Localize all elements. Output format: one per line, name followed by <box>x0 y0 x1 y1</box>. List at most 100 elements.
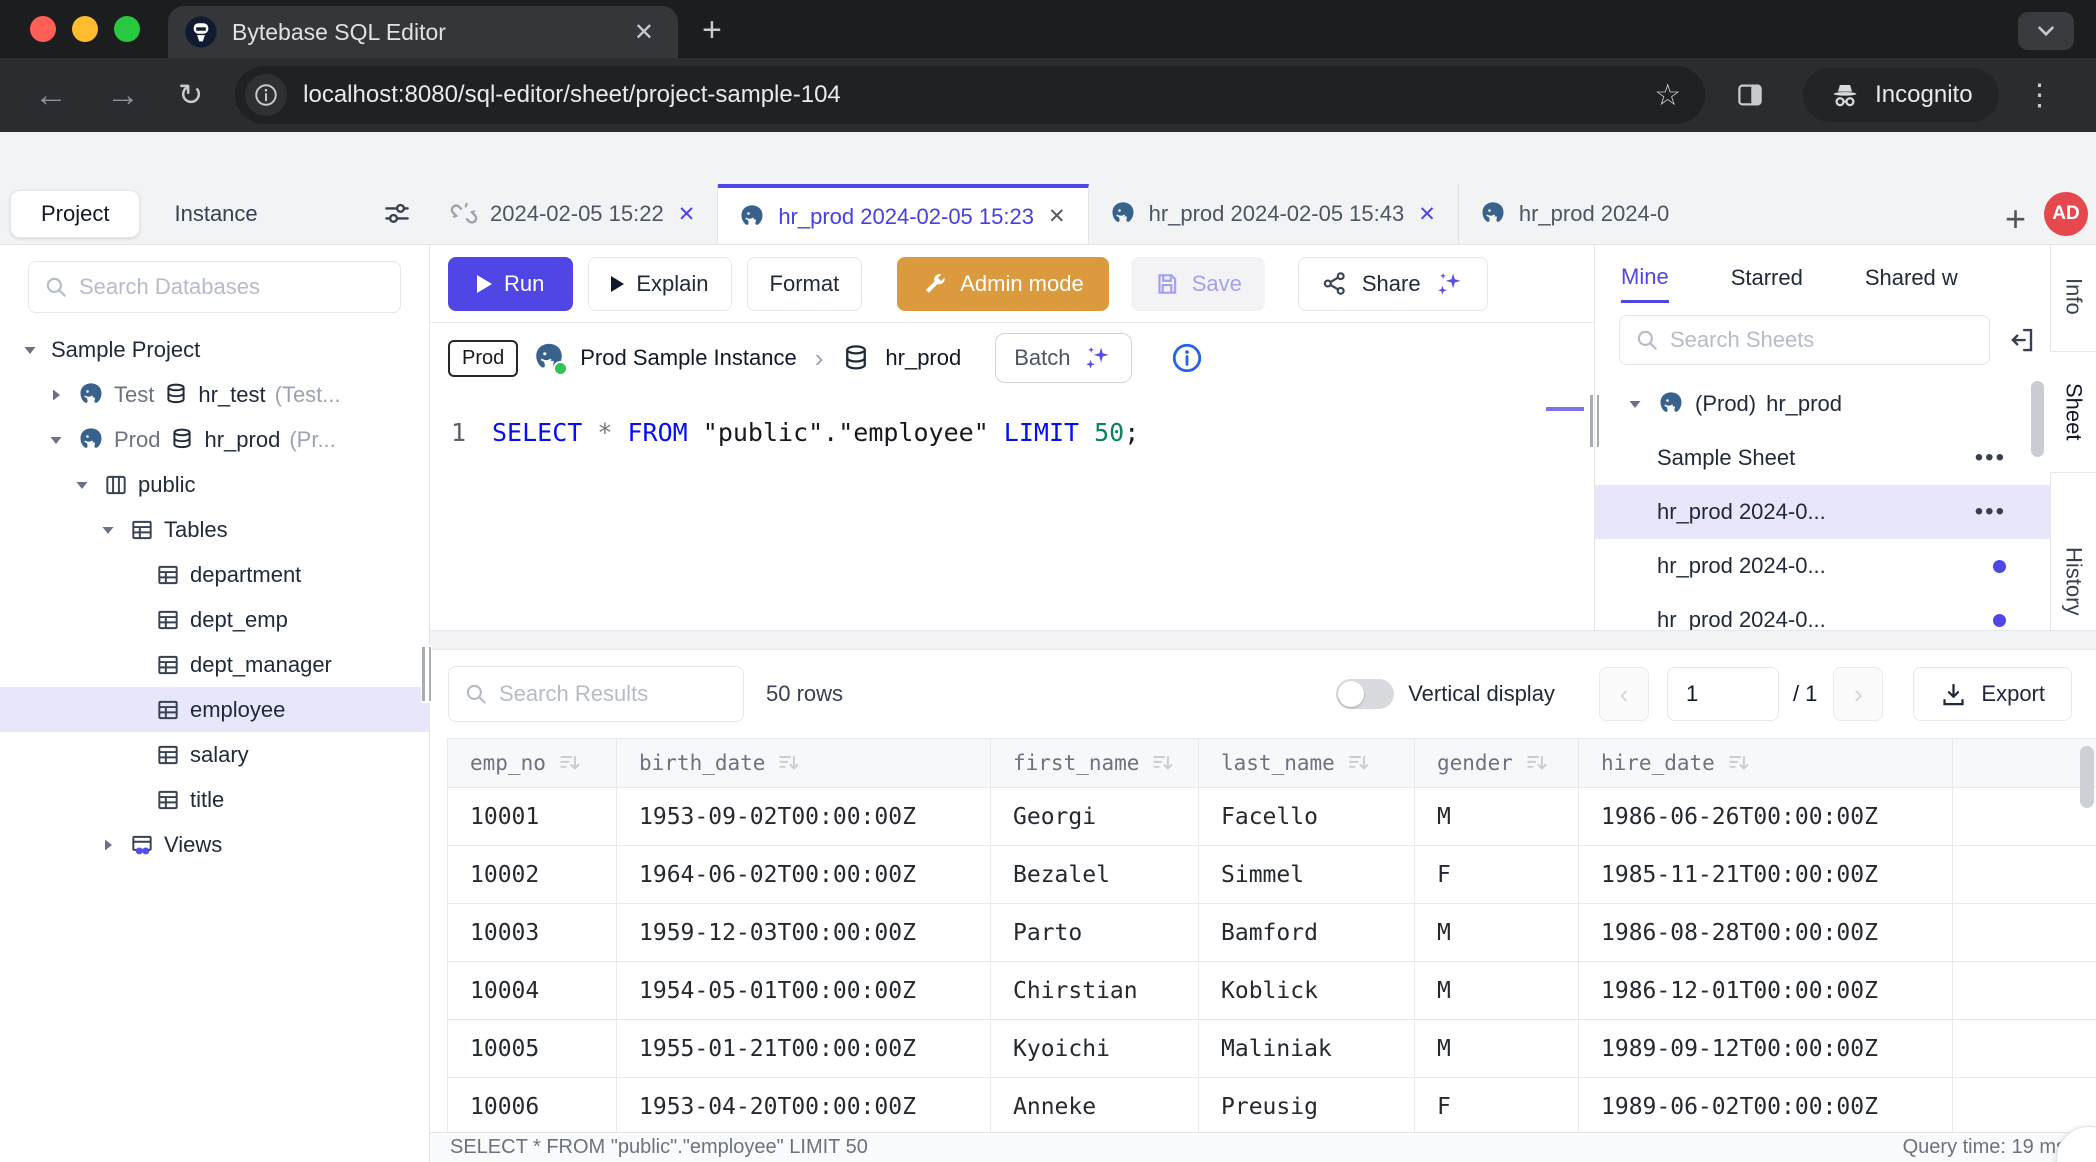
table-cell[interactable]: Maliniak <box>1199 1020 1415 1078</box>
new-sheet-button[interactable]: + <box>1987 198 2042 244</box>
sheet-list-scrollbar[interactable] <box>2031 381 2044 457</box>
new-tab-button[interactable]: + <box>678 11 746 58</box>
tab-project[interactable]: Project <box>10 190 140 238</box>
table-cell[interactable]: 10006 <box>447 1078 617 1132</box>
batch-button[interactable]: Batch <box>995 333 1131 383</box>
table-cell[interactable]: 1989-09-12T00:00:00Z <box>1579 1020 1953 1078</box>
table-cell[interactable]: 1986-12-01T00:00:00Z <box>1579 962 1953 1020</box>
run-button[interactable]: Run <box>448 257 573 311</box>
table-cell[interactable]: 1985-11-21T00:00:00Z <box>1579 846 1953 904</box>
results-search[interactable] <box>448 666 744 722</box>
share-button[interactable]: Share <box>1298 257 1488 311</box>
sidebar-resize-handle[interactable] <box>421 645 432 703</box>
table-cell[interactable]: Anneke <box>991 1078 1199 1132</box>
tab-search-button[interactable] <box>2018 12 2074 50</box>
sheet-tab[interactable]: hr_prod 2024-0 <box>1459 184 1669 244</box>
table-cell[interactable]: 1959-12-03T00:00:00Z <box>617 904 991 962</box>
browser-menu-icon[interactable]: ⋮ <box>2005 78 2069 113</box>
sheet-group-header[interactable]: (Prod)hr_prod <box>1595 377 2050 431</box>
column-header-emp_no[interactable]: emp_no <box>447 738 617 788</box>
close-sheet-icon[interactable]: ✕ <box>1046 204 1068 229</box>
sheet-list-item[interactable]: hr_prod 2024-0...••• <box>1595 485 2050 539</box>
rail-tab-history[interactable]: History <box>2050 535 2096 627</box>
table-cell[interactable]: Facello <box>1199 788 1415 846</box>
tree-item-department[interactable]: department <box>0 552 429 597</box>
maximize-window-button[interactable] <box>114 16 140 42</box>
table-cell[interactable]: 10004 <box>447 962 617 1020</box>
tree-item-salary[interactable]: salary <box>0 732 429 777</box>
database-search[interactable] <box>28 261 401 313</box>
rail-tab-info[interactable]: Info <box>2050 265 2096 327</box>
vertical-display-toggle[interactable] <box>1336 679 1394 709</box>
table-cell[interactable]: F <box>1415 1078 1579 1132</box>
sheet-list-item[interactable]: hr_prod 2024-0... <box>1595 593 2050 630</box>
close-sheet-icon[interactable]: ✕ <box>1416 202 1438 227</box>
sheets-tab-starred[interactable]: Starred <box>1731 265 1803 301</box>
table-cell[interactable]: 10005 <box>447 1020 617 1078</box>
admin-mode-button[interactable]: Admin mode <box>897 257 1109 311</box>
table-cell[interactable]: Chirstian <box>991 962 1199 1020</box>
sheet-tab[interactable]: 2024-02-05 15:22✕ <box>430 184 718 244</box>
table-cell[interactable]: Koblick <box>1199 962 1415 1020</box>
results-splitter[interactable] <box>430 630 2096 650</box>
instance-name[interactable]: Prod Sample Instance <box>580 345 796 371</box>
sheet-tab[interactable]: hr_prod 2024-02-05 15:23✕ <box>718 184 1088 244</box>
tree-item-Tables[interactable]: Tables <box>0 507 429 552</box>
tree-item-dept_emp[interactable]: dept_emp <box>0 597 429 642</box>
format-button[interactable]: Format <box>747 257 863 311</box>
table-cell[interactable]: Kyoichi <box>991 1020 1199 1078</box>
sql-editor[interactable]: 1 SELECT * FROM "public"."employee" LIMI… <box>430 393 1594 630</box>
sheet-tab[interactable]: hr_prod 2024-02-05 15:43✕ <box>1089 184 1459 244</box>
user-avatar[interactable]: AD <box>2044 192 2088 236</box>
table-cell[interactable]: M <box>1415 788 1579 846</box>
address-bar[interactable]: localhost:8080/sql-editor/sheet/project-… <box>235 66 1705 124</box>
tree-item-hr_test[interactable]: Testhr_test(Test... <box>0 372 429 417</box>
results-search-input[interactable] <box>499 681 729 707</box>
page-number-input[interactable] <box>1667 667 1779 721</box>
table-cell[interactable]: 1955-01-21T00:00:00Z <box>617 1020 991 1078</box>
table-cell[interactable]: M <box>1415 962 1579 1020</box>
close-sheet-icon[interactable]: ✕ <box>676 202 698 227</box>
column-header-last_name[interactable]: last_name <box>1199 738 1415 788</box>
sheet-list-item[interactable]: hr_prod 2024-0... <box>1595 539 2050 593</box>
explain-button[interactable]: Explain <box>588 257 731 311</box>
column-header-birth_date[interactable]: birth_date <box>617 738 991 788</box>
filter-sliders-icon[interactable] <box>382 199 412 229</box>
site-info-icon[interactable] <box>245 74 287 116</box>
tree-item-public[interactable]: public <box>0 462 429 507</box>
minimize-window-button[interactable] <box>72 16 98 42</box>
table-scrollbar[interactable] <box>2080 746 2094 808</box>
table-cell[interactable]: Georgi <box>991 788 1199 846</box>
save-button[interactable]: Save <box>1131 257 1265 311</box>
table-cell[interactable]: 10003 <box>447 904 617 962</box>
sheet-list-item[interactable]: Sample Sheet••• <box>1595 431 2050 485</box>
back-icon[interactable]: ← <box>18 76 84 115</box>
browser-tab[interactable]: Bytebase SQL Editor ✕ <box>168 6 678 58</box>
tree-item-Views[interactable]: Views <box>0 822 429 867</box>
table-cell[interactable]: 1954-05-01T00:00:00Z <box>617 962 991 1020</box>
table-cell[interactable]: Bamford <box>1199 904 1415 962</box>
table-cell[interactable]: 1953-04-20T00:00:00Z <box>617 1078 991 1132</box>
column-header-hire_date[interactable]: hire_date <box>1579 738 1953 788</box>
tab-instance[interactable]: Instance <box>148 191 283 237</box>
table-cell[interactable]: Simmel <box>1199 846 1415 904</box>
table-cell[interactable]: Preusig <box>1199 1078 1415 1132</box>
sheets-search[interactable] <box>1619 315 1990 365</box>
table-cell[interactable]: 10001 <box>447 788 617 846</box>
close-window-button[interactable] <box>30 16 56 42</box>
bookmark-star-icon[interactable]: ☆ <box>1650 78 1685 113</box>
sheets-tab-shared-w[interactable]: Shared w <box>1865 265 1958 301</box>
prev-page-button[interactable]: ‹ <box>1599 667 1649 721</box>
forward-icon[interactable]: → <box>90 76 156 115</box>
next-page-button[interactable]: › <box>1833 667 1883 721</box>
table-cell[interactable]: 1964-06-02T00:00:00Z <box>617 846 991 904</box>
column-header-gender[interactable]: gender <box>1415 738 1579 788</box>
info-circle-icon[interactable] <box>1170 341 1204 375</box>
side-panel-icon[interactable] <box>1721 80 1779 110</box>
close-tab-icon[interactable]: ✕ <box>628 18 660 47</box>
sheet-item-menu-icon[interactable]: ••• <box>1975 498 2006 526</box>
database-search-input[interactable] <box>79 274 386 300</box>
tree-item-hr_prod[interactable]: Prodhr_prod(Pr... <box>0 417 429 462</box>
table-cell[interactable]: 1953-09-02T00:00:00Z <box>617 788 991 846</box>
export-button[interactable]: Export <box>1913 667 2072 721</box>
